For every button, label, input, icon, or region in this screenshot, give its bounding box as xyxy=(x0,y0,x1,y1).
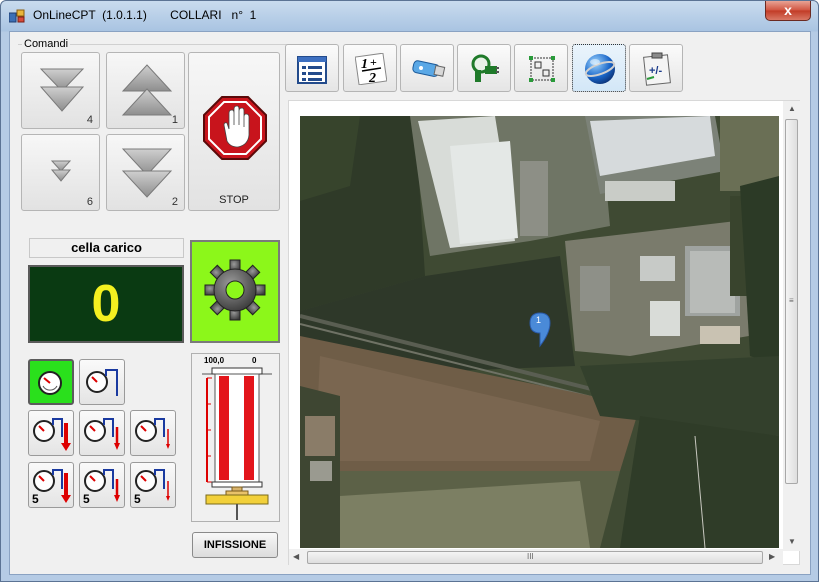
toolbar-usb-button[interactable] xyxy=(400,44,454,92)
app-icon xyxy=(9,9,25,23)
gear-button[interactable] xyxy=(190,240,280,343)
layout-icon xyxy=(529,56,555,82)
map-panel: 1 ▲ ≡ ▼ ◀ III ▶ xyxy=(288,100,800,566)
small-down-arrow-icon xyxy=(50,160,72,182)
one-plus-two-icon: 1 + 2 xyxy=(355,53,387,85)
globe-icon xyxy=(584,54,616,84)
double-down-arrow-icon xyxy=(39,68,85,112)
double-down-arrow-icon xyxy=(121,148,173,198)
descend-4-button[interactable]: 4 xyxy=(21,52,100,129)
satellite-map[interactable]: 1 xyxy=(300,116,779,548)
gauge-button-1[interactable] xyxy=(28,359,74,405)
svg-text:2: 2 xyxy=(368,71,376,85)
gauge-button-4[interactable] xyxy=(79,410,125,456)
toolbar-search-button[interactable] xyxy=(457,44,511,92)
cella-carico-label: cella carico xyxy=(29,238,184,258)
scroll-right-arrow-icon[interactable]: ▶ xyxy=(769,552,775,561)
gauge-badge: 5 xyxy=(83,492,90,506)
svg-text:+: + xyxy=(370,55,377,69)
clipboard-plus-minus-icon: +/- xyxy=(643,52,671,86)
gauge-button-3[interactable] xyxy=(28,410,74,456)
vertical-grip-icon: ≡ xyxy=(789,296,794,305)
scroll-up-arrow-icon[interactable]: ▲ xyxy=(788,104,796,113)
gear-icon xyxy=(204,259,266,321)
pressure-gauge-icon xyxy=(38,371,62,395)
gauge-badge: 5 xyxy=(134,492,141,506)
descend-6-button[interactable]: 6 xyxy=(21,134,100,211)
vertical-scrollbar[interactable]: ▲ ≡ ▼ xyxy=(783,101,800,551)
cylinder-graphic xyxy=(202,367,272,520)
comandi-group-label: Comandi xyxy=(22,38,71,50)
svg-text:+/-: +/- xyxy=(649,65,662,77)
vertical-scroll-thumb[interactable]: ≡ xyxy=(785,119,798,484)
toolbar-layout-button[interactable] xyxy=(514,44,568,92)
button-number: 1 xyxy=(171,114,178,126)
gauge-button-5[interactable] xyxy=(130,410,176,456)
list-icon xyxy=(297,56,327,84)
toolbar-globe-button[interactable] xyxy=(572,44,626,92)
map-marker-label: 1 xyxy=(536,315,542,325)
stop-hand-icon xyxy=(203,96,267,160)
infissione-button[interactable]: INFISSIONE xyxy=(192,532,278,558)
double-up-arrow-icon xyxy=(121,64,173,116)
search-plug-icon xyxy=(471,54,499,82)
stop-label: STOP xyxy=(219,194,249,206)
client-area: Comandi 4 1 6 2 STOP cella carico 0 5 5 … xyxy=(9,31,811,575)
cella-carico-display: 0 xyxy=(28,265,184,343)
gauge-pipe-arrow-icon xyxy=(33,418,71,451)
title-bar: OnLineCPT (1.0.1.1) COLLARI n° 1 x xyxy=(1,1,818,31)
button-number: 6 xyxy=(86,196,93,208)
toolbar-calc-button[interactable]: 1 + 2 xyxy=(343,44,397,92)
window-title: OnLineCPT (1.0.1.1) COLLARI n° 1 xyxy=(33,8,257,22)
button-number: 4 xyxy=(86,114,93,126)
horizontal-scrollbar[interactable]: ◀ III ▶ xyxy=(289,549,783,566)
toolbar-edit-button[interactable]: +/- xyxy=(629,44,683,92)
satellite-map-image xyxy=(300,116,779,548)
gauge-button-2[interactable] xyxy=(79,359,125,405)
gauge-button-7[interactable]: 5 xyxy=(79,462,125,508)
horizontal-scroll-thumb[interactable]: III xyxy=(307,551,763,564)
scroll-left-arrow-icon[interactable]: ◀ xyxy=(293,552,299,561)
gauge-badge: 5 xyxy=(32,492,39,506)
app-window: OnLineCPT (1.0.1.1) COLLARI n° 1 x Coman… xyxy=(0,0,819,582)
close-button[interactable]: x xyxy=(765,1,811,21)
gauge-button-6[interactable]: 5 xyxy=(28,462,74,508)
stop-button[interactable]: STOP xyxy=(188,52,280,211)
gauge-pipe-icon xyxy=(86,369,118,396)
toolbar-list-button[interactable] xyxy=(285,44,339,92)
ascend-1-button[interactable]: 1 xyxy=(106,52,185,129)
usb-icon xyxy=(412,60,446,77)
infissione-cylinder-gauge: 100,0 0 xyxy=(191,353,280,522)
button-number: 2 xyxy=(171,196,178,208)
horizontal-grip: III xyxy=(527,552,534,561)
gauge-button-8[interactable]: 5 xyxy=(130,462,176,508)
gauge-pipe-arrow-icon xyxy=(84,418,120,450)
scroll-down-arrow-icon[interactable]: ▼ xyxy=(788,537,796,546)
gauge-pipe-arrow-icon xyxy=(135,418,170,449)
descend-2-button[interactable]: 2 xyxy=(106,134,185,211)
